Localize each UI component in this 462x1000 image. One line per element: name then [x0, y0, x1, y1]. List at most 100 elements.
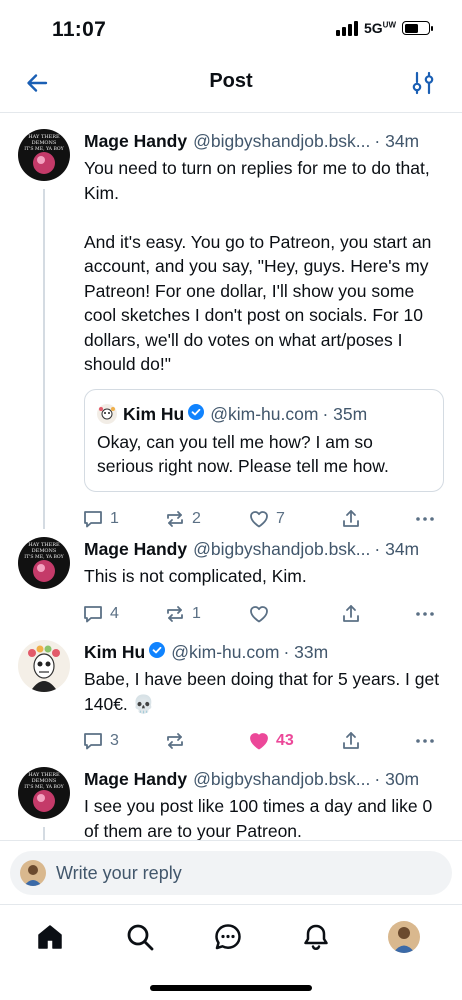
- bell-icon: [304, 924, 328, 951]
- avatar-text: IT'S ME, YA BOY: [24, 146, 64, 152]
- more-options-button[interactable]: [414, 603, 436, 625]
- quote-avatar: [97, 403, 117, 424]
- author-handle[interactable]: @bigbyshandjob.bsk...: [193, 129, 370, 153]
- reply-count: 1: [110, 509, 119, 527]
- avatar-text: IT'S ME, YA BOY: [24, 554, 64, 560]
- chat-icon: [215, 924, 241, 950]
- author-name[interactable]: Mage Handy: [84, 129, 187, 153]
- reply-icon: [84, 733, 102, 750]
- more-options-button[interactable]: [414, 508, 436, 530]
- repost-count: 2: [192, 509, 201, 527]
- more-dots-icon: [416, 611, 434, 616]
- avatar[interactable]: HAY THERE DEMONS IT'S ME, YA BOY: [18, 767, 70, 819]
- status-time: 11:07: [52, 18, 107, 41]
- reply-icon: [84, 510, 102, 527]
- more-options-button[interactable]: [414, 730, 436, 752]
- share-icon: [343, 509, 359, 527]
- header: Post: [0, 56, 462, 113]
- bottom-nav: [0, 904, 462, 1000]
- author-handle[interactable]: @kim-hu.com: [171, 640, 279, 664]
- heart-filled-icon: [250, 733, 268, 750]
- home-indicator: [150, 985, 312, 991]
- reply-bar: Write your reply: [0, 840, 462, 904]
- quote-text: Okay, can you tell me how? I am so serio…: [97, 431, 389, 477]
- post-actions: 4 1: [84, 603, 444, 627]
- repost-button[interactable]: [164, 730, 192, 752]
- reply-count: 3: [110, 732, 119, 749]
- reply-icon: [84, 605, 102, 622]
- repost-icon: [167, 733, 183, 749]
- reply-input[interactable]: Write your reply: [10, 851, 452, 895]
- post-meta: Mage Handy @bigbyshandjob.bsk... · 30m: [84, 767, 444, 791]
- avatar-text: DEMONS: [32, 778, 57, 784]
- search-icon: [127, 924, 154, 951]
- author-name[interactable]: Mage Handy: [84, 537, 187, 561]
- avatar[interactable]: HAY THERE DEMONS IT'S ME, YA BOY: [18, 129, 70, 181]
- post-actions: 3 43: [84, 730, 444, 754]
- like-button[interactable]: 7: [248, 508, 285, 530]
- thread[interactable]: HAY THERE DEMONS IT'S ME, YA BOY Mage Ha…: [0, 113, 462, 840]
- signal-icon: [335, 20, 358, 36]
- post-text: You need to turn on replies for me to do…: [84, 158, 432, 374]
- like-button[interactable]: 43: [248, 730, 294, 752]
- avatar: [20, 860, 46, 886]
- repost-icon: [167, 605, 183, 622]
- battery-icon: [402, 21, 433, 35]
- author-name[interactable]: Mage Handy: [84, 767, 187, 791]
- status-icons: 5GUW: [335, 20, 433, 36]
- network-label: 5GUW: [363, 20, 396, 36]
- heart-icon: [250, 510, 268, 527]
- status-bar: 11:07 5GUW: [0, 0, 462, 56]
- author-handle[interactable]: @bigbyshandjob.bsk...: [193, 537, 370, 561]
- reply-count: 4: [110, 604, 119, 622]
- avatar-text: DEMONS: [32, 548, 57, 554]
- post-time: · 34m: [374, 131, 420, 151]
- quote-author-name[interactable]: Kim Hu: [123, 402, 184, 426]
- heart-icon: [250, 605, 268, 622]
- share-button[interactable]: [340, 730, 362, 752]
- post-time: · 33m: [283, 642, 329, 662]
- thread-line: [43, 189, 45, 529]
- verified-badge-icon: [149, 642, 166, 658]
- reply-button[interactable]: 4: [82, 603, 119, 625]
- like-count: 43: [276, 732, 294, 749]
- post-meta: Mage Handy @bigbyshandjob.bsk... · 34m: [84, 129, 444, 153]
- home-icon: [38, 925, 62, 949]
- nav-chat[interactable]: [210, 919, 246, 955]
- reply-button[interactable]: 1: [82, 508, 119, 530]
- share-button[interactable]: [340, 603, 362, 625]
- share-icon: [343, 732, 359, 749]
- post-actions: 1 2 7: [84, 508, 444, 532]
- post-text: Babe, I have been doing that for 5 years…: [84, 669, 444, 714]
- reply-placeholder: Write your reply: [56, 862, 182, 883]
- verified-badge-icon: [188, 403, 205, 420]
- thread-settings-button[interactable]: [410, 70, 436, 96]
- post-time: · 34m: [374, 539, 420, 559]
- nav-profile[interactable]: [386, 919, 422, 955]
- profile-avatar: [388, 921, 420, 953]
- like-button[interactable]: [248, 603, 276, 625]
- nav-home[interactable]: [32, 919, 68, 955]
- avatar-text: IT'S ME, YA BOY: [24, 784, 64, 790]
- post-text: This is not complicated, Kim.: [84, 566, 307, 586]
- avatar-text: DEMONS: [32, 140, 57, 146]
- post-meta: Mage Handy @bigbyshandjob.bsk... · 34m: [84, 537, 444, 561]
- page-title: Post: [209, 70, 253, 92]
- post-time: · 30m: [374, 769, 420, 789]
- avatar[interactable]: [18, 640, 70, 692]
- quote-author-handle[interactable]: @kim-hu.com: [210, 402, 318, 426]
- share-button[interactable]: [340, 508, 362, 530]
- reply-button[interactable]: 3: [82, 730, 119, 752]
- repost-button[interactable]: 2: [164, 508, 201, 530]
- post-meta: Kim Hu @kim-hu.com · 33m: [84, 640, 444, 664]
- avatar[interactable]: HAY THERE DEMONS IT'S ME, YA BOY: [18, 537, 70, 589]
- share-icon: [343, 604, 359, 622]
- author-name[interactable]: Kim Hu: [84, 640, 145, 664]
- repost-button[interactable]: 1: [164, 603, 201, 625]
- nav-search[interactable]: [122, 919, 158, 955]
- quoted-post[interactable]: Kim Hu @kim-hu.com · 35m Okay, can you t…: [84, 388, 444, 492]
- post-text: I see you post like 100 times a day and …: [84, 796, 438, 840]
- author-handle[interactable]: @bigbyshandjob.bsk...: [193, 767, 370, 791]
- nav-notifications[interactable]: [298, 919, 334, 955]
- quote-time: · 35m: [322, 403, 368, 424]
